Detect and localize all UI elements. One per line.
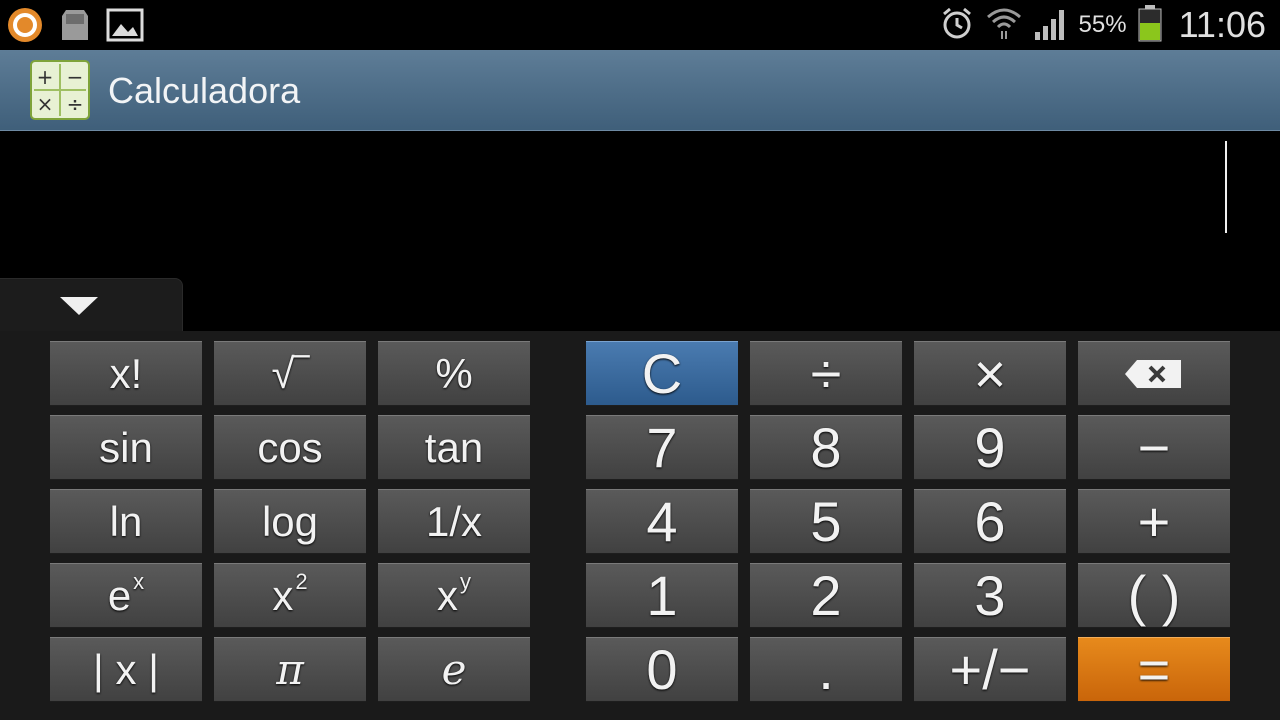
reciprocal-label: 1/x	[425, 497, 483, 545]
euler-key[interactable]: e	[378, 637, 530, 702]
divide-button[interactable]: ÷	[750, 341, 902, 406]
power-key[interactable]: xy	[378, 563, 530, 628]
exponential-base: e	[107, 571, 132, 619]
parentheses-button[interactable]: ( )	[1078, 563, 1230, 628]
tan-key[interactable]: tan	[378, 415, 530, 480]
square-sup: 2	[295, 568, 308, 594]
wifi-icon	[985, 5, 1023, 45]
history-toggle-tab[interactable]	[0, 278, 183, 332]
divide-label: ÷	[810, 342, 842, 405]
exponential-key[interactable]: ex	[50, 563, 202, 628]
square-base: x	[272, 571, 294, 619]
pi-label: π	[276, 645, 304, 694]
power-base: x	[437, 571, 458, 619]
cos-key[interactable]: cos	[214, 415, 366, 480]
pi-key[interactable]: π	[214, 637, 366, 702]
app-icon-plus: +	[37, 65, 54, 89]
absolute-value-key[interactable]: | x |	[50, 637, 202, 702]
exponential-sup: x	[133, 568, 145, 594]
chevron-down-icon	[60, 297, 98, 315]
digit-1-label: 1	[646, 564, 678, 627]
battery-icon	[1137, 4, 1163, 46]
picture-icon	[106, 6, 144, 44]
ln-key[interactable]: ln	[50, 489, 202, 554]
digit-8-label: 8	[810, 416, 842, 479]
power-sup: y	[460, 568, 471, 594]
app-icon-divide: ÷	[67, 92, 84, 116]
digit-6-button[interactable]: 6	[914, 489, 1066, 554]
square-root-label: √‾	[271, 349, 309, 397]
plus-label: +	[1137, 490, 1171, 553]
decimal-point-button[interactable]: .	[750, 637, 902, 702]
sd-card-icon	[56, 6, 94, 44]
minus-button[interactable]: −	[1078, 415, 1230, 480]
tan-label: tan	[424, 423, 484, 471]
digit-4-button[interactable]: 4	[586, 489, 738, 554]
app-icon-times: ×	[37, 92, 54, 116]
plus-button[interactable]: +	[1078, 489, 1230, 554]
action-bar: + − × ÷ Calculadora	[0, 50, 1280, 131]
log-key[interactable]: log	[214, 489, 366, 554]
digit-6-label: 6	[974, 490, 1006, 553]
digit-9-label: 9	[974, 416, 1006, 479]
square-root-key[interactable]: √‾	[214, 341, 366, 406]
backspace-icon	[1125, 359, 1181, 388]
notification-icons	[6, 6, 144, 44]
text-cursor	[1225, 141, 1227, 233]
square-key[interactable]: x2	[214, 563, 366, 628]
digit-1-button[interactable]: 1	[586, 563, 738, 628]
percent-label: %	[435, 349, 473, 397]
plus-minus-label: +/−	[949, 638, 1031, 701]
multiply-label: ×	[973, 342, 1007, 405]
digit-7-label: 7	[646, 416, 678, 479]
ln-label: ln	[109, 497, 143, 545]
digit-2-button[interactable]: 2	[750, 563, 902, 628]
clear-button[interactable]: C	[586, 341, 738, 406]
digit-4-label: 4	[646, 490, 678, 553]
digit-5-label: 5	[810, 490, 842, 553]
multiply-button[interactable]: ×	[914, 341, 1066, 406]
euler-label: e	[441, 645, 467, 694]
signal-icon	[1033, 6, 1069, 44]
backspace-button[interactable]	[1078, 341, 1230, 406]
digit-3-label: 3	[974, 564, 1006, 627]
calculator-icon[interactable]: + − × ÷	[30, 60, 90, 120]
avast-icon	[6, 6, 44, 44]
battery-percent: 55%	[1078, 11, 1127, 38]
alarm-clock-icon	[939, 5, 975, 45]
factorial-label: x!	[109, 349, 143, 397]
equals-button[interactable]: =	[1078, 637, 1230, 702]
app-title: Calculadora	[108, 70, 301, 111]
sin-key[interactable]: sin	[50, 415, 202, 480]
digit-8-button[interactable]: 8	[750, 415, 902, 480]
digit-9-button[interactable]: 9	[914, 415, 1066, 480]
digit-5-button[interactable]: 5	[750, 489, 902, 554]
digit-2-label: 2	[810, 564, 842, 627]
factorial-key[interactable]: x!	[50, 341, 202, 406]
decimal-point-label: .	[818, 638, 834, 701]
cos-label: cos	[257, 423, 323, 471]
keypad: x! √‾ % sin cos tan ln log 1/x ex x2 xy …	[0, 331, 1280, 720]
digit-7-button[interactable]: 7	[586, 415, 738, 480]
absolute-value-label: | x |	[92, 645, 160, 693]
equals-label: =	[1137, 638, 1171, 701]
digit-0-button[interactable]: 0	[586, 637, 738, 702]
log-label: log	[261, 497, 319, 545]
clear-label: C	[641, 342, 683, 405]
percent-key[interactable]: %	[378, 341, 530, 406]
calculator-display[interactable]	[0, 131, 1280, 332]
app-icon-minus: −	[67, 65, 84, 89]
minus-label: −	[1137, 416, 1171, 479]
digit-0-label: 0	[646, 638, 678, 701]
system-status: 55% 11:06	[939, 0, 1266, 50]
digit-3-button[interactable]: 3	[914, 563, 1066, 628]
status-bar: 55% 11:06	[0, 0, 1280, 50]
clock: 11:06	[1178, 4, 1266, 45]
parentheses-label: ( )	[1127, 564, 1181, 627]
sin-label: sin	[99, 423, 153, 471]
plus-minus-button[interactable]: +/−	[914, 637, 1066, 702]
reciprocal-key[interactable]: 1/x	[378, 489, 530, 554]
